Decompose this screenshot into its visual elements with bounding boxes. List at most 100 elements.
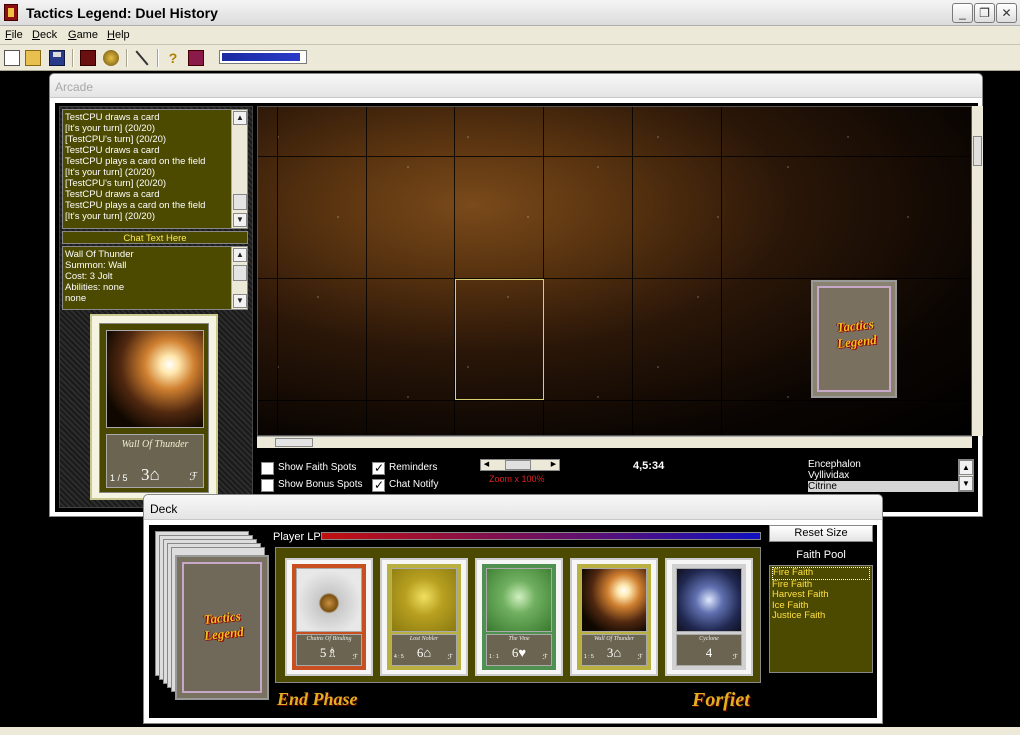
reminders-label: Reminders xyxy=(389,462,438,473)
toolbar-separator xyxy=(126,49,128,67)
reset-size-button[interactable]: Reset Size xyxy=(769,525,873,542)
info-scrollbar[interactable]: ▲ ▼ xyxy=(231,247,247,309)
play-field[interactable]: Tactics Legend xyxy=(257,106,972,436)
hand-card[interactable]: Wall Of Thunder 3⌂ 1 : 5ℱ xyxy=(570,558,658,676)
toolbar-progress xyxy=(219,50,307,64)
hand-card[interactable]: Chains Of Binding 5♗ ℱ xyxy=(285,558,373,676)
card-namebox: Cyclone 4 ℱ xyxy=(676,634,742,666)
card-back: Tactics Legend xyxy=(182,562,262,693)
wand-icon[interactable] xyxy=(134,50,150,66)
faith-pool-item[interactable]: Fire Faith xyxy=(772,567,870,580)
game-log: TestCPU draws a card [It's your turn] (20… xyxy=(62,109,248,229)
card-cost: 3⌂ xyxy=(141,465,160,484)
save-disk-icon[interactable] xyxy=(49,50,65,66)
hand-card[interactable]: Cyclone 4 ℱ xyxy=(665,558,753,676)
deck-option[interactable]: Citrine xyxy=(808,481,958,492)
scroll-up-icon[interactable]: ▲ xyxy=(233,111,247,125)
deck-option[interactable]: Encephalon xyxy=(808,459,958,470)
toolbar-separator xyxy=(72,49,74,67)
scroll-thumb[interactable] xyxy=(233,194,247,210)
menu-deck[interactable]: Deck xyxy=(32,29,57,41)
menu-file[interactable]: File xyxy=(5,29,23,41)
help-icon[interactable]: ? xyxy=(165,50,181,66)
scroll-down-icon[interactable]: ▼ xyxy=(233,294,247,308)
card-namebox: Lost Nobler 6⌂ 4 : 5ℱ xyxy=(391,634,457,666)
chat-notify-checkbox[interactable] xyxy=(372,478,385,492)
end-phase-button[interactable]: End Phase xyxy=(277,689,358,710)
grid-line xyxy=(258,400,971,401)
log-line: [It's your turn] (20/20) xyxy=(65,167,155,178)
arcade-body: TestCPU draws a card [It's your turn] (20… xyxy=(55,103,983,512)
card-name: Lost Nobler xyxy=(409,636,439,642)
zoom-thumb[interactable] xyxy=(505,460,531,470)
reminders-checkbox[interactable] xyxy=(372,461,385,475)
faith-pool-item[interactable]: Harvest Faith xyxy=(772,589,870,601)
hand-card[interactable]: The Vine 6♥ 1 : 1ℱ xyxy=(475,558,563,676)
open-folder-icon[interactable] xyxy=(25,50,41,66)
card-art xyxy=(486,568,552,632)
card-face: Lost Nobler 6⌂ 4 : 5ℱ xyxy=(387,564,461,670)
info-line: none xyxy=(65,293,87,304)
scroll-up-icon[interactable]: ▲ xyxy=(959,460,973,475)
scroll-thumb[interactable] xyxy=(233,265,247,281)
menu-game[interactable]: Game xyxy=(68,29,98,41)
info-line: Abilities: none xyxy=(65,282,125,293)
card-back: Tactics Legend xyxy=(817,286,891,392)
draw-pile[interactable]: Tactics Legend xyxy=(175,555,269,700)
scroll-up-icon[interactable]: ▲ xyxy=(233,248,247,262)
forfeit-button[interactable]: Forfiet xyxy=(692,689,750,712)
toolbar-separator xyxy=(157,49,159,67)
new-file-icon[interactable] xyxy=(4,50,20,66)
zoom-left-icon[interactable]: ◀ xyxy=(481,460,492,470)
scroll-thumb[interactable] xyxy=(275,438,313,447)
close-button[interactable]: ✕ xyxy=(996,3,1017,23)
show-bonus-spots-checkbox[interactable] xyxy=(261,479,274,492)
opponent-deck-list[interactable]: Encephalon Vyllividax Citrine xyxy=(808,459,958,492)
show-faith-spots-checkbox[interactable] xyxy=(261,462,274,475)
card-count: 1 : 5 xyxy=(584,654,594,660)
log-line: [It's your turn] (20/20) xyxy=(65,211,155,222)
card-namebox: Wall Of Thunder 3⌂ 1 : 5ℱ xyxy=(581,634,647,666)
scroll-down-icon[interactable]: ▼ xyxy=(959,476,973,491)
deck-option[interactable]: Vyllividax xyxy=(808,470,958,481)
opponent-field-card[interactable]: Tactics Legend xyxy=(811,280,897,398)
card-cost: 4 xyxy=(705,645,713,660)
player-lp-label: Player LP xyxy=(273,531,321,543)
card-face: Chains Of Binding 5♗ ℱ xyxy=(292,564,366,670)
toolbar: ? xyxy=(0,45,1020,71)
log-line: [TestCPU's turn] (20/20) xyxy=(65,134,167,145)
gear-icon[interactable] xyxy=(103,50,119,66)
selected-field-slot[interactable] xyxy=(455,279,544,400)
app-icon[interactable] xyxy=(4,4,18,21)
menu-help[interactable]: Help xyxy=(107,29,130,41)
card-name: Wall Of Thunder xyxy=(121,439,189,450)
deck-book-icon[interactable] xyxy=(80,50,96,66)
log-line: TestCPU draws a card xyxy=(65,145,160,156)
maximize-button[interactable]: ❐ xyxy=(974,3,995,23)
faith-pool-list[interactable]: Fire Faith Fire Faith Harvest Faith Ice Fai… xyxy=(769,565,873,673)
faith-icon: ℱ xyxy=(447,654,453,661)
progress-fill xyxy=(222,53,300,61)
menu-bar: File Deck Game Help xyxy=(0,26,1020,45)
game-logo: Tactics Legend xyxy=(835,316,878,351)
chat-input[interactable]: Chat Text Here xyxy=(62,231,248,244)
card-cost: 5♗ xyxy=(319,645,339,660)
zoom-right-icon[interactable]: ▶ xyxy=(548,460,559,470)
grid-line xyxy=(258,156,971,157)
deck-list-scrollbar[interactable]: ▲ ▼ xyxy=(958,459,974,492)
arcade-title: Arcade xyxy=(50,74,982,98)
field-horizontal-scrollbar[interactable] xyxy=(257,436,972,448)
card-namebox: Wall Of Thunder 1 / 5 3⌂ ℱ xyxy=(106,434,204,488)
rules-book-icon[interactable] xyxy=(188,50,204,66)
minimize-button[interactable]: _ xyxy=(952,3,973,23)
show-faith-spots-label: Show Faith Spots xyxy=(278,462,357,473)
zoom-slider[interactable]: ◀ ▶ xyxy=(480,459,560,471)
scroll-down-icon[interactable]: ▼ xyxy=(233,213,247,227)
faith-pool-item[interactable]: Justice Faith xyxy=(772,610,870,622)
card-namebox: The Vine 6♥ 1 : 1ℱ xyxy=(486,634,552,666)
log-scrollbar[interactable]: ▲ ▼ xyxy=(231,110,247,228)
field-vertical-scrollbar[interactable] xyxy=(972,106,983,436)
scroll-thumb[interactable] xyxy=(973,136,982,166)
hand-card[interactable]: Lost Nobler 6⌂ 4 : 5ℱ xyxy=(380,558,468,676)
card-art xyxy=(676,568,742,632)
